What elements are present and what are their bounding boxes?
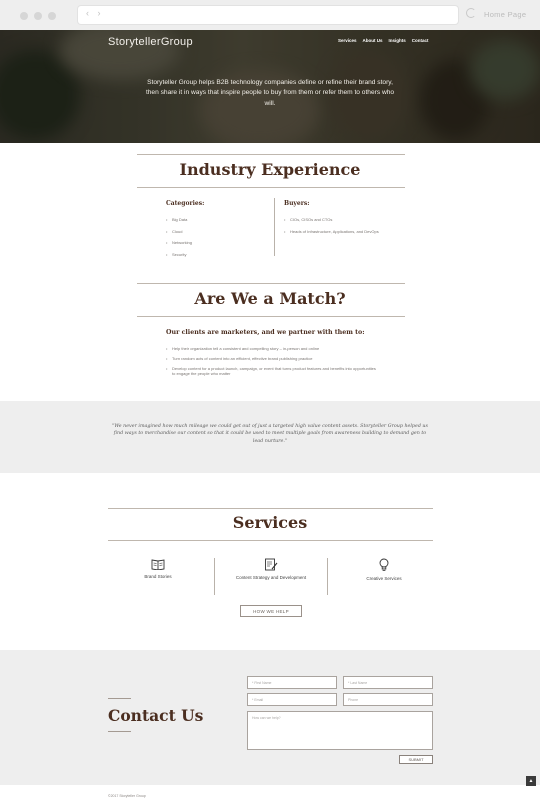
services-title: Services xyxy=(232,513,308,532)
list-item: Cloud xyxy=(166,229,266,234)
service-card[interactable]: Content Strategy and Development xyxy=(221,558,321,580)
top-navigation: Services About Us Insights Contact xyxy=(338,38,429,43)
home-page-label[interactable]: Home Page xyxy=(484,10,526,19)
list-item: CIOs, CISOs and CTOs xyxy=(284,217,380,222)
divider xyxy=(137,187,405,188)
document-pen-icon xyxy=(265,558,278,571)
last-name-field[interactable]: * Last Name xyxy=(343,676,433,689)
divider xyxy=(137,283,405,284)
categories-list: Big Data Cloud Networking Security xyxy=(166,217,266,263)
column-divider xyxy=(327,558,328,595)
divider xyxy=(137,316,405,317)
first-name-field[interactable]: * First Name xyxy=(247,676,337,689)
nav-contact[interactable]: Contact xyxy=(412,38,429,43)
list-item: Big Data xyxy=(166,217,266,222)
phone-field[interactable]: Phone xyxy=(343,693,433,706)
lightbulb-icon xyxy=(379,558,389,571)
match-subtitle: Our clients are marketers, and we partne… xyxy=(166,329,365,336)
submit-button[interactable]: SUBMIT xyxy=(399,755,433,764)
service-card[interactable]: Creative Services xyxy=(334,558,434,581)
contact-title: Contact Us xyxy=(108,706,204,725)
industry-title: Industry Experience xyxy=(179,160,361,179)
list-item: Develop content for a product launch, ca… xyxy=(166,366,378,376)
divider xyxy=(108,731,131,732)
list-item: Turn random acts of content into an effi… xyxy=(166,356,378,361)
categories-heading: Categories: xyxy=(166,200,205,207)
service-label: Content Strategy and Development xyxy=(235,575,307,580)
testimonial-quote: "We never imagined how much mileage we c… xyxy=(112,424,428,444)
browser-chrome: ‹ › Home Page xyxy=(0,0,540,30)
book-icon xyxy=(151,559,165,570)
divider xyxy=(108,540,433,541)
back-forward-icon[interactable]: ‹ › xyxy=(86,8,104,18)
service-label: Creative Services xyxy=(366,576,402,581)
list-item: Help their organization tell a consisten… xyxy=(166,346,378,351)
back-to-top-icon[interactable]: ▲ xyxy=(526,776,536,786)
how-we-help-button[interactable]: HOW WE HELP xyxy=(240,605,302,617)
divider xyxy=(108,508,433,509)
list-item: Security xyxy=(166,252,266,257)
divider xyxy=(137,154,405,155)
window-close-dot[interactable] xyxy=(20,12,28,20)
service-card[interactable]: Brand Stories xyxy=(108,558,208,579)
service-label: Brand Stories xyxy=(144,574,172,579)
nav-insights[interactable]: Insights xyxy=(389,38,406,43)
site-logo[interactable]: StorytellerGroup xyxy=(108,36,193,48)
nav-about-us[interactable]: About Us xyxy=(363,38,383,43)
buyers-heading: Buyers: xyxy=(284,200,310,207)
address-bar[interactable]: ‹ › xyxy=(78,6,458,24)
copyright-text: ©2017 Storyteller Group xyxy=(108,794,146,798)
list-item: Networking xyxy=(166,240,266,245)
hero-tagline: Storyteller Group helps B2B technology c… xyxy=(145,79,395,107)
footer xyxy=(0,785,540,803)
nav-services[interactable]: Services xyxy=(338,38,357,43)
column-divider xyxy=(214,558,215,595)
message-field[interactable]: How can we help? xyxy=(247,711,433,750)
email-field[interactable]: * Email xyxy=(247,693,337,706)
window-minimize-dot[interactable] xyxy=(34,12,42,20)
column-divider xyxy=(274,198,275,256)
divider xyxy=(108,698,131,699)
match-title: Are We a Match? xyxy=(194,289,346,308)
window-maximize-dot[interactable] xyxy=(48,12,56,20)
reload-icon[interactable] xyxy=(466,8,476,18)
buyers-list: CIOs, CISOs and CTOs Heads of Infrastruc… xyxy=(284,217,380,240)
match-list: Help their organization tell a consisten… xyxy=(166,346,378,382)
list-item: Heads of Infrastructure, Applications, a… xyxy=(284,229,380,234)
